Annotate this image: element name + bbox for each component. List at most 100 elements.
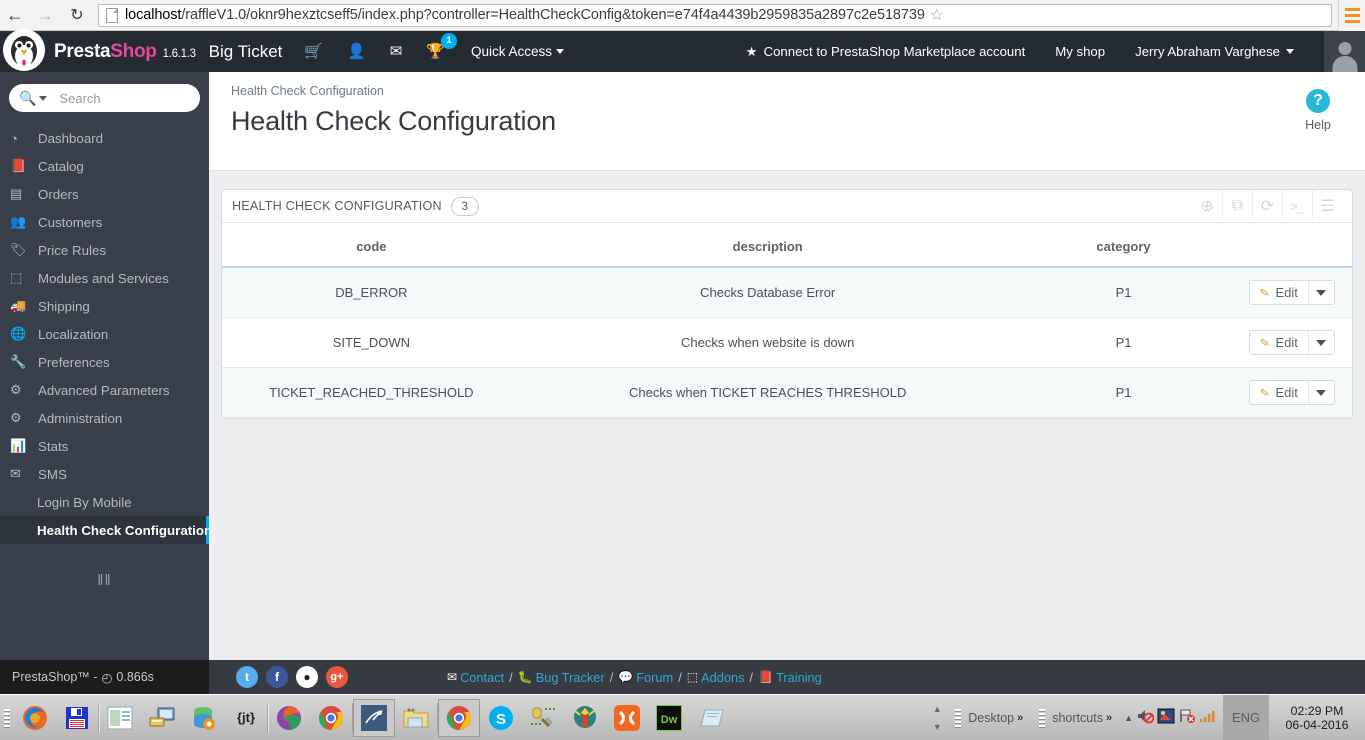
terminal-icon[interactable]: >_ <box>1282 190 1312 222</box>
table-row[interactable]: SITE_DOWN Checks when website is down P1… <box>222 318 1352 368</box>
sidebar-item-sms[interactable]: ✉SMS <box>0 460 209 488</box>
language-indicator[interactable]: ENG <box>1223 695 1269 740</box>
avatar[interactable] <box>1324 31 1365 72</box>
display-icon[interactable] <box>1157 708 1175 727</box>
taskbar-jt-icon[interactable]: {jt} <box>225 699 267 737</box>
edit-button[interactable]: ✎ Edit <box>1250 381 1307 404</box>
taskbar-photoshop-icon[interactable] <box>268 699 310 737</box>
footer-link-label[interactable]: Bug Tracker <box>536 670 605 685</box>
prestashop-logo-icon[interactable] <box>3 29 45 71</box>
toolbar-grip[interactable] <box>2 701 12 735</box>
edit-button[interactable]: ✎ Edit <box>1250 281 1307 304</box>
shipping-icon: 🚚 <box>10 298 38 314</box>
taskbar-save-icon[interactable] <box>56 699 98 737</box>
footer-link-label[interactable]: Forum <box>636 670 673 685</box>
network-disconnected-icon[interactable] <box>1178 708 1196 727</box>
taskbar-scroll-arrows[interactable]: ▲ ▼ <box>929 695 945 740</box>
taskbar-database-icon[interactable] <box>183 699 225 737</box>
signal-icon[interactable] <box>1199 709 1217 726</box>
show-hidden-icons[interactable]: ▲ <box>1124 713 1133 723</box>
sidebar-item-preferences[interactable]: 🔧Preferences <box>0 348 209 376</box>
footer-link-label[interactable]: Training <box>776 670 822 685</box>
toolbar-grip[interactable] <box>1037 701 1047 735</box>
github-icon[interactable]: ● <box>296 666 318 688</box>
edit-button[interactable]: ✎ Edit <box>1250 331 1307 354</box>
trophy-icon[interactable]: 🏆1 <box>426 44 445 59</box>
breadcrumb[interactable]: Health Check Configuration <box>231 84 1343 98</box>
user-menu[interactable]: Jerry Abraham Varghese <box>1135 44 1294 59</box>
footer-link-label[interactable]: Contact <box>460 670 504 685</box>
footer-link-label[interactable]: Addons <box>701 670 744 685</box>
sidebar-item-shipping[interactable]: 🚚Shipping <box>0 292 209 320</box>
sidebar-item-modules-and-services[interactable]: ⬚Modules and Services <box>0 264 209 292</box>
table-row[interactable]: TICKET_REACHED_THRESHOLD Checks when TIC… <box>222 368 1352 418</box>
sidebar-item-login-by-mobile[interactable]: Login By Mobile <box>0 488 209 516</box>
scroll-down-icon[interactable]: ▼ <box>933 722 942 732</box>
toolbar-grip[interactable] <box>953 701 963 735</box>
messages-icon[interactable]: ✉ <box>390 44 403 59</box>
browser-menu-button[interactable] <box>1338 0 1365 31</box>
customers-icon[interactable]: 👤 <box>347 44 366 59</box>
row-actions-dropdown[interactable] <box>1308 381 1334 404</box>
table-row[interactable]: DB_ERROR Checks Database Error P1 ✎ Edit <box>222 267 1352 318</box>
database-icon[interactable]: ☲ <box>1312 190 1342 222</box>
row-actions-dropdown[interactable] <box>1308 281 1334 304</box>
sidebar-search[interactable]: 🔍 <box>9 84 200 112</box>
taskbar-chrome-icon[interactable] <box>310 699 352 737</box>
taskbar-xampp-icon[interactable] <box>606 699 648 737</box>
browser-reload-button[interactable]: ↻ <box>62 0 92 30</box>
row-actions-dropdown[interactable] <box>1308 331 1334 354</box>
taskbar-sqlyog-icon[interactable] <box>353 699 395 737</box>
twitter-icon[interactable]: t <box>236 666 258 688</box>
taskbar-skype-icon[interactable]: S <box>480 699 522 737</box>
sidebar-item-advanced-parameters[interactable]: ⚙Advanced Parameters <box>0 376 209 404</box>
googleplus-icon[interactable]: g+ <box>326 666 348 688</box>
sidebar-item-health-check-configuration[interactable]: Health Check Configuration <box>0 516 209 544</box>
taskbar-notepad-icon[interactable] <box>690 699 732 737</box>
clock[interactable]: 02:29 PM 06-04-2016 <box>1269 695 1365 740</box>
marketplace-link[interactable]: ★ Connect to PrestaShop Marketplace acco… <box>746 44 1026 60</box>
add-new-icon[interactable]: ⊕ <box>1192 190 1222 222</box>
taskbar-dreamweaver-icon[interactable]: Dw <box>648 699 690 737</box>
taskbar-firefox-icon[interactable] <box>14 699 56 737</box>
sidebar-item-orders[interactable]: ▤Orders <box>0 180 209 208</box>
volume-muted-icon[interactable] <box>1136 708 1154 727</box>
taskbar-window-icon[interactable] <box>99 699 141 737</box>
chevron-down-icon[interactable] <box>39 96 47 101</box>
cart-icon[interactable]: 🛒 <box>304 44 323 59</box>
sidebar-collapse-toggle[interactable]: ‖‖ <box>0 572 209 589</box>
help-button[interactable]: ? Help <box>1290 89 1346 132</box>
sidebar-item-administration[interactable]: ⚙Administration <box>0 404 209 432</box>
quick-access-menu[interactable]: Quick Access <box>471 44 564 59</box>
taskbar-build-tool-icon[interactable] <box>522 699 564 737</box>
chevron-right-icon[interactable]: » <box>1017 712 1023 724</box>
sidebar-item-dashboard[interactable]: ◔Dashboard <box>0 124 209 152</box>
footer-link-contact[interactable]: ✉Contact <box>447 670 504 685</box>
taskbar-explorer-icon[interactable] <box>395 699 437 737</box>
export-icon[interactable]: ⧉ <box>1222 190 1252 222</box>
cell-code: DB_ERROR <box>222 267 521 318</box>
browser-back-button[interactable]: ← <box>0 0 30 30</box>
footer-link-bug-tracker[interactable]: 🐛Bug Tracker <box>518 670 605 685</box>
toolbar-desktop[interactable]: Desktop » <box>945 701 1029 735</box>
taskbar-remote-desktop-icon[interactable] <box>141 699 183 737</box>
taskbar-chrome-active-icon[interactable] <box>438 699 480 737</box>
browser-address-bar[interactable]: localhost/raffleV1.0/oknr9hexztcseff5/in… <box>98 4 1332 27</box>
toolbar-shortcuts[interactable]: shortcuts » <box>1029 701 1118 735</box>
bookmark-star-icon[interactable]: ☆ <box>925 3 949 27</box>
sidebar-item-customers[interactable]: 👥Customers <box>0 208 209 236</box>
chevron-right-icon[interactable]: » <box>1106 712 1112 724</box>
footer-link-addons[interactable]: ⬚Addons <box>687 670 745 685</box>
footer-link-training[interactable]: 📕Training <box>758 670 822 685</box>
sidebar-item-price-rules[interactable]: 🏷Price Rules <box>0 236 209 264</box>
sidebar-item-catalog[interactable]: 📕Catalog <box>0 152 209 180</box>
footer-link-forum[interactable]: 💬Forum <box>618 670 673 685</box>
sidebar-item-stats[interactable]: 📊Stats <box>0 432 209 460</box>
facebook-icon[interactable]: f <box>266 666 288 688</box>
refresh-icon[interactable]: ⟳ <box>1252 190 1282 222</box>
scroll-up-icon[interactable]: ▲ <box>933 704 942 714</box>
sidebar-item-localization[interactable]: 🌐Localization <box>0 320 209 348</box>
browser-forward-button[interactable]: → <box>30 0 60 30</box>
my-shop-link[interactable]: My shop <box>1055 44 1105 59</box>
taskbar-tomcat-icon[interactable] <box>564 699 606 737</box>
